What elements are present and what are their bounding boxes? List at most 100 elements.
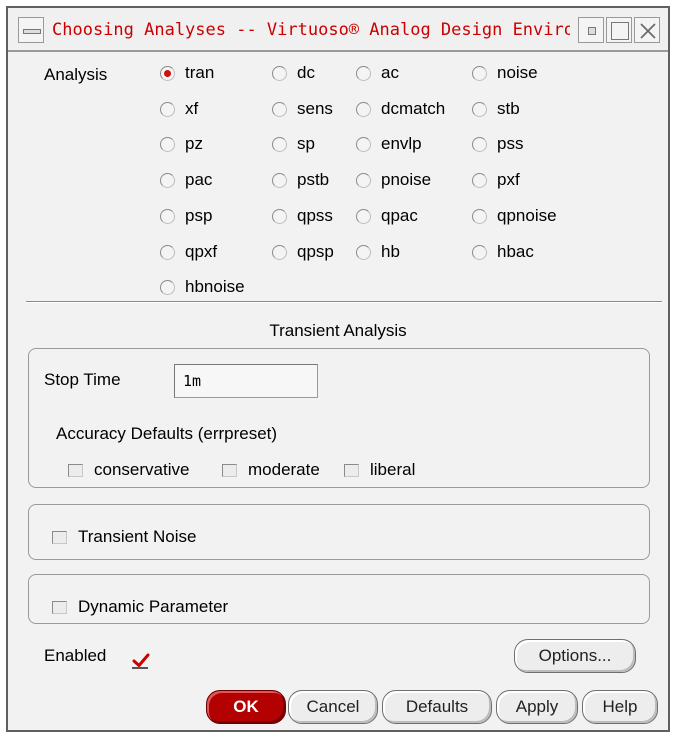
checkbox-box [52,530,67,544]
analysis-radio-sp[interactable]: sp [272,132,315,156]
radio-button [356,208,371,224]
radio-button [272,101,287,117]
radio-button [160,208,175,224]
minimize-button[interactable] [578,17,604,43]
defaults-button[interactable]: Defaults [382,690,492,724]
analysis-radio-pz[interactable]: pz [160,132,203,156]
checkbox-label: Transient Noise [78,527,197,546]
radio-button [160,172,175,188]
radio-label: qpsp [297,242,334,261]
dynamic-parameter-checkbox[interactable]: Dynamic Parameter [52,595,228,619]
accuracy-defaults-label: Accuracy Defaults (errpreset) [56,424,278,443]
radio-label: pstb [297,170,330,189]
radio-button [356,101,371,117]
analysis-radio-pss[interactable]: pss [472,132,523,156]
checkbox-label: Dynamic Parameter [78,597,229,616]
analysis-radio-qpac[interactable]: qpac [356,204,418,228]
analysis-radio-pxf[interactable]: pxf [472,168,520,192]
radio-button [160,136,175,152]
analysis-radio-qpnoise[interactable]: qpnoise [472,204,557,228]
analysis-radio-pnoise[interactable]: pnoise [356,168,431,192]
analysis-radio-stb[interactable]: stb [472,97,520,121]
checkbox-label: liberal [370,460,416,479]
accuracy-conservative-checkbox[interactable]: conservative [68,458,189,482]
analysis-radio-ac[interactable]: ac [356,61,399,85]
analysis-radio-dc[interactable]: dc [272,61,315,85]
radio-label: pac [185,170,213,189]
radio-label: pxf [497,170,520,189]
radio-button [160,101,175,117]
stop-time-input[interactable]: 1m [174,364,318,398]
separator [26,301,662,303]
radio-button [472,65,487,81]
checkbox-box [344,463,359,477]
window-title: Choosing Analyses -- Virtuoso® Analog De… [52,20,570,40]
radio-button [272,136,287,152]
analysis-radio-hbac[interactable]: hbac [472,240,534,264]
radio-label: sens [297,99,333,118]
accuracy-liberal-checkbox[interactable]: liberal [344,458,415,482]
help-button[interactable]: Help [582,690,658,724]
radio-label: xf [185,99,199,118]
radio-button [272,208,287,224]
checkbox-label: moderate [248,460,320,479]
analysis-radio-pstb[interactable]: pstb [272,168,329,192]
analysis-radio-envlp[interactable]: envlp [356,132,422,156]
cancel-button[interactable]: Cancel [288,690,378,724]
radio-button [272,172,287,188]
radio-button [272,244,287,260]
radio-label: qpnoise [497,206,557,225]
transient-analysis-title: Transient Analysis [269,321,407,340]
radio-button [356,65,371,81]
ok-button[interactable]: OK [206,690,286,724]
accuracy-moderate-checkbox[interactable]: moderate [222,458,320,482]
analysis-radio-dcmatch[interactable]: dcmatch [356,97,445,121]
analysis-radio-xf[interactable]: xf [160,97,198,121]
radio-button [160,244,175,260]
maximize-button[interactable] [606,17,632,43]
radio-button [472,101,487,117]
close-button[interactable] [634,17,660,43]
analysis-radio-tran[interactable]: tran [160,61,214,85]
analysis-radio-pac[interactable]: pac [160,168,212,192]
analysis-radio-sens[interactable]: sens [272,97,333,121]
radio-button [472,208,487,224]
radio-label: pz [185,134,203,153]
radio-button [160,279,175,295]
stop-time-label: Stop Time [44,370,121,389]
radio-label: qpxf [185,242,218,261]
radio-label: ac [381,63,399,82]
options-button[interactable]: Options... [514,639,636,673]
analysis-radio-hb[interactable]: hb [356,240,400,264]
checkbox-box [222,463,237,477]
checkbox-box [52,600,67,614]
transient-noise-checkbox[interactable]: Transient Noise [52,525,196,549]
radio-button [472,172,487,188]
enabled-label: Enabled [44,646,107,665]
window-menu-button[interactable] [18,17,44,43]
radio-button [272,65,287,81]
title-bar[interactable]: Choosing Analyses -- Virtuoso® Analog De… [8,8,668,52]
radio-button [160,65,175,81]
radio-button [356,136,371,152]
radio-label: hbac [497,242,534,261]
radio-button [472,136,487,152]
analysis-label: Analysis [44,65,108,84]
checkbox-label: conservative [94,460,190,479]
analysis-radio-qpsp[interactable]: qpsp [272,240,334,264]
enabled-checkbox[interactable] [131,653,151,671]
analysis-radio-psp[interactable]: psp [160,204,212,228]
analysis-radio-qpxf[interactable]: qpxf [160,240,217,264]
analysis-radio-noise[interactable]: noise [472,61,538,85]
close-icon [640,23,656,39]
radio-button [472,244,487,260]
radio-label: qpac [381,206,418,225]
radio-label: noise [497,63,538,82]
analysis-radio-hbnoise[interactable]: hbnoise [160,275,245,299]
check-mark-icon [132,653,150,667]
radio-button [356,244,371,260]
analysis-radio-qpss[interactable]: qpss [272,204,333,228]
radio-label: pss [497,134,524,153]
radio-label: psp [185,206,213,225]
apply-button[interactable]: Apply [496,690,578,724]
